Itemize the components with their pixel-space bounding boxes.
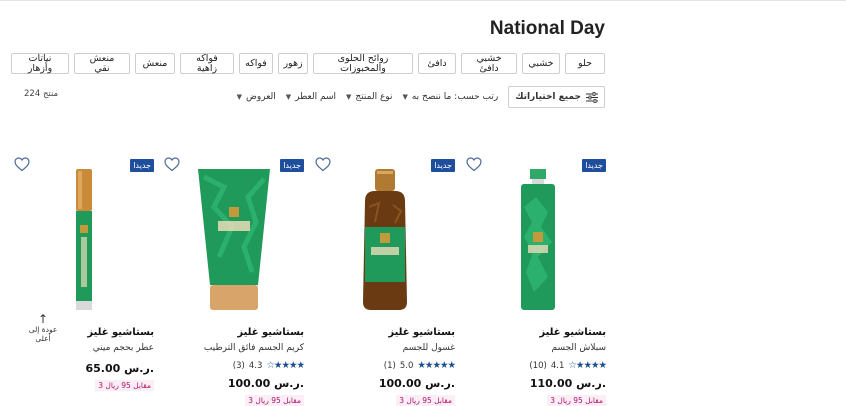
product-card[interactable]: جديدا بستاشيو غليز سبلاش الجسم ★★★★☆ 4.1… [466, 157, 607, 406]
sort-dropdown-label: رتب حسب: ما ننصح به [411, 92, 499, 102]
product-name[interactable]: بستاشيو غليز [539, 327, 606, 338]
rating-value: 4.1 [550, 360, 565, 371]
chip-bright-fruity[interactable]: فواكه زاهية [180, 53, 234, 74]
scent-name-label: اسم العطر [295, 92, 336, 102]
chip-floral[interactable]: زهور [278, 53, 308, 74]
product-image-gel-bottle[interactable] [335, 167, 435, 312]
rating-value: 5.0 [399, 360, 414, 371]
promo-badge: 3 مقابل 95 ريال [547, 395, 606, 406]
product-type: غسول للجسم [402, 343, 455, 353]
chevron-down-icon: ▼ [236, 93, 242, 101]
product-name[interactable]: بستاشيو غليز [237, 327, 304, 338]
product-image-mist-bottle[interactable] [486, 167, 586, 312]
product-type-label: نوع المنتج [355, 92, 393, 102]
product-card[interactable]: جديدا بستاشيو غليز عطر بحجم ميني 65.00 ر… [14, 157, 154, 406]
top-divider [0, 0, 846, 1]
product-name[interactable]: بستاشيو غليز [87, 327, 154, 338]
sort-dropdown[interactable]: رتب حسب: ما ننصح به ▼ [402, 92, 498, 102]
chevron-down-icon: ▼ [346, 93, 352, 101]
product-rating: ★★★★☆ 4.3 (3) [232, 360, 305, 371]
all-filters-button[interactable]: جميع اختياراتك [508, 86, 605, 108]
rating-value: 4.3 [248, 360, 263, 371]
chevron-down-icon: ▼ [402, 93, 408, 101]
chip-clean-fresh[interactable]: منعش نقي [74, 53, 130, 74]
chevron-down-icon: ▼ [285, 93, 292, 101]
review-count: (3) [232, 360, 245, 371]
scent-chips: حلو خشبي خشبي دافئ دافئ روائح الحلوى وال… [11, 53, 605, 74]
offers-dropdown[interactable]: العروض ▼ [237, 92, 276, 102]
promo-badge: 3 مقابل 95 ريال [95, 380, 154, 391]
product-type-dropdown[interactable]: نوع المنتج ▼ [346, 92, 392, 102]
back-to-top-button[interactable]: ↑ عودة إلى أعلى [22, 313, 64, 343]
product-type: عطر بحجم ميني [92, 343, 154, 353]
product-card[interactable]: جديدا بستاشيو غليز غسول للجسم ★★★★★ 5.0 … [315, 157, 456, 406]
chip-fresh[interactable]: منعش [135, 53, 175, 74]
product-count: 224 منتج [24, 89, 59, 99]
product-price: 100.00 ر.س. [378, 377, 455, 390]
product-price: 110.00 ر.س. [529, 377, 606, 390]
review-count: (1) [383, 360, 396, 371]
product-type: كريم الجسم فائق الترطيب [203, 343, 304, 353]
rating-stars-icon: ★★★★☆ [266, 360, 305, 371]
product-image-cream-tube[interactable] [184, 167, 284, 312]
rating-stars-icon: ★★★★☆ [568, 360, 607, 371]
heart-icon[interactable] [164, 157, 180, 172]
product-rating: ★★★★☆ 4.1 (10) [529, 360, 607, 371]
chip-fruity[interactable]: فواكه [239, 53, 273, 74]
product-price: 65.00 ر.س. [85, 362, 154, 375]
offers-label: العروض [246, 92, 276, 102]
sort-filter-bar: جميع اختياراتك رتب حسب: ما ننصح به ▼ نوع… [237, 86, 605, 108]
product-price: 100.00 ر.س. [227, 377, 304, 390]
chip-sweet[interactable]: حلو [565, 53, 605, 74]
chip-woody[interactable]: خشبي [522, 53, 560, 74]
chip-woody-warm[interactable]: خشبي دافئ [461, 53, 517, 74]
back-to-top-label: عودة إلى أعلى [28, 325, 58, 343]
page-title: National Day [489, 18, 605, 39]
heart-icon[interactable] [315, 157, 331, 172]
chip-botanical[interactable]: نباتات وأزهار [11, 53, 69, 74]
product-card[interactable]: جديدا بستاشيو غليز كريم الجسم فائق الترط… [164, 157, 305, 406]
rating-stars-icon: ★★★★★ [417, 360, 456, 371]
product-rating: ★★★★★ 5.0 (1) [383, 360, 456, 371]
arrow-up-icon: ↑ [37, 312, 49, 326]
product-type: سبلاش الجسم [551, 343, 606, 353]
product-name[interactable]: بستاشيو غليز [388, 327, 455, 338]
scent-name-dropdown[interactable]: اسم العطر ▼ [286, 92, 336, 102]
product-image-mini-perfume[interactable] [34, 167, 134, 312]
heart-icon[interactable] [14, 157, 30, 172]
filter-sliders-icon [586, 91, 598, 103]
heart-icon[interactable] [466, 157, 482, 172]
chip-warm[interactable]: دافئ [418, 53, 456, 74]
promo-badge: 3 مقابل 95 ريال [396, 395, 455, 406]
review-count: (10) [529, 360, 547, 371]
promo-badge: 3 مقابل 95 ريال [245, 395, 304, 406]
chip-gourmand[interactable]: روائح الحلوى والمخبوزات [313, 53, 413, 74]
all-filters-label: جميع اختياراتك [515, 92, 581, 102]
